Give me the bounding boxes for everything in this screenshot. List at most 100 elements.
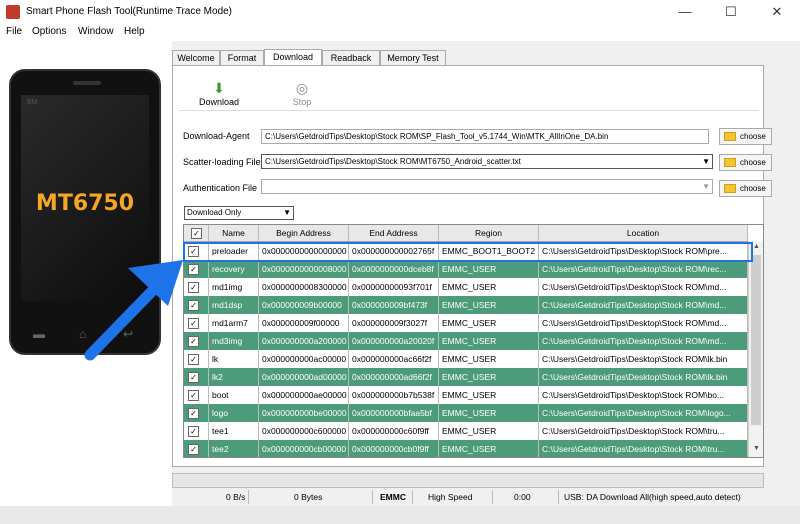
checkmark-icon: ✓: [188, 353, 199, 365]
row-checkbox[interactable]: ✓: [184, 368, 209, 386]
auth-file-field[interactable]: ▼: [261, 179, 713, 194]
window-title: Smart Phone Flash Tool(Runtime Trace Mod…: [26, 6, 233, 17]
row-checkbox[interactable]: ✓: [184, 260, 209, 278]
status-divider: [372, 490, 373, 504]
row-checkbox[interactable]: ✓: [184, 314, 209, 332]
mode-select[interactable]: Download Only ▼: [184, 206, 294, 220]
col-name[interactable]: Name: [209, 225, 259, 241]
cell-location: C:\Users\GetdroidTips\Desktop\Stock ROM\…: [539, 314, 748, 332]
table-row[interactable]: ✓ recovery 0x0000000000008000 0x0000000000d…: [184, 260, 748, 278]
row-checkbox[interactable]: ✓: [184, 350, 209, 368]
row-checkbox[interactable]: ✓: [184, 404, 209, 422]
menu-options[interactable]: Options: [32, 26, 66, 37]
table-row[interactable]: ✓ lk 0x000000000ac00000 0x000000000ac66f2f E…: [184, 350, 748, 369]
menu-window[interactable]: Window: [78, 26, 114, 37]
cell-region: EMMC_USER: [439, 296, 539, 314]
row-checkbox[interactable]: ✓: [184, 422, 209, 440]
auth-file-choose-button[interactable]: choose: [719, 180, 772, 197]
stop-label: Stop: [292, 97, 312, 107]
cell-begin: 0x000000000a200000: [259, 332, 349, 350]
cell-location: C:\Users\GetdroidTips\Desktop\Stock ROM\…: [539, 278, 748, 296]
table-row[interactable]: ✓ md1arm7 0x000000009f00000 0x000000009f302…: [184, 314, 748, 333]
tab-readback[interactable]: Readback: [322, 50, 380, 65]
cell-end: 0x000000000a20020f: [349, 332, 439, 350]
cell-begin: 0x000000009b00000: [259, 296, 349, 314]
row-checkbox[interactable]: ✓: [184, 332, 209, 350]
row-checkbox[interactable]: ✓: [184, 296, 209, 314]
scatter-file-label: Scatter-loading File: [183, 157, 261, 167]
download-agent-choose-button[interactable]: choose: [719, 128, 772, 145]
cell-end: 0x000000009f3027f: [349, 314, 439, 332]
menu-help[interactable]: Help: [124, 26, 145, 37]
download-agent-field[interactable]: C:\Users\GetdroidTips\Desktop\Stock ROM\…: [261, 129, 709, 144]
mode-select-value: Download Only: [187, 208, 242, 217]
cell-name: lk: [209, 350, 259, 368]
col-region[interactable]: Region: [439, 225, 539, 241]
menu-key-icon: ▬: [33, 327, 45, 341]
table-row[interactable]: ✓ tee1 0x000000000c600000 0x000000000c60f9f…: [184, 422, 748, 441]
cell-region: EMMC_USER: [439, 314, 539, 332]
title-bar: Smart Phone Flash Tool(Runtime Trace Mod…: [0, 0, 800, 24]
cell-begin: 0x000000000be00000: [259, 404, 349, 422]
col-location[interactable]: Location: [539, 225, 748, 241]
table-row[interactable]: ✓ boot 0x000000000ae00000 0x000000000b7b538…: [184, 386, 748, 405]
status-time: 0:00: [514, 492, 531, 502]
cell-region: EMMC_USER: [439, 422, 539, 440]
checkmark-icon: ✓: [188, 263, 199, 275]
download-arrow-icon: ⬇: [213, 80, 225, 96]
scrollbar-thumb[interactable]: [751, 255, 761, 425]
table-header: ✓ Name Begin Address End Address Region …: [184, 225, 748, 242]
minimize-button[interactable]: —: [662, 0, 708, 24]
download-button[interactable]: ⬇ Download: [199, 80, 239, 107]
cell-end: 0x000000009bf473f: [349, 296, 439, 314]
cell-location: C:\Users\GetdroidTips\Desktop\Stock ROM\…: [539, 368, 748, 386]
cell-begin: 0x000000000ad00000: [259, 368, 349, 386]
chevron-down-icon[interactable]: ▼: [702, 180, 710, 193]
cell-location: C:\Users\GetdroidTips\Desktop\Stock ROM\…: [539, 260, 748, 278]
scatter-file-field[interactable]: C:\Users\GetdroidTips\Desktop\Stock ROM\…: [261, 154, 713, 169]
cell-begin: 0x0000000000008000: [259, 260, 349, 278]
table-row[interactable]: ✓ md1dsp 0x000000009b00000 0x000000009bf473…: [184, 296, 748, 314]
close-button[interactable]: ✕: [754, 0, 800, 24]
menu-file[interactable]: File: [6, 26, 22, 37]
cell-name: tee2: [209, 440, 259, 457]
cell-location: C:\Users\GetdroidTips\Desktop\Stock ROM\…: [539, 440, 748, 457]
tab-memory-test[interactable]: Memory Test: [380, 50, 446, 65]
checkmark-icon: ✓: [188, 371, 199, 383]
tab-format[interactable]: Format: [220, 50, 264, 65]
status-divider: [558, 490, 559, 504]
folder-icon: [724, 184, 736, 194]
col-end-address[interactable]: End Address: [349, 225, 439, 241]
stop-button[interactable]: ◎ Stop: [287, 80, 317, 107]
row-checkbox[interactable]: ✓: [184, 278, 209, 296]
cell-name: boot: [209, 386, 259, 404]
tab-welcome[interactable]: Welcome: [172, 50, 220, 65]
table-scrollbar[interactable]: ▲ ▼: [748, 241, 763, 457]
scroll-down-icon[interactable]: ▼: [749, 445, 763, 452]
scatter-file-choose-button[interactable]: choose: [719, 154, 772, 171]
table-row[interactable]: ✓ lk2 0x000000000ad00000 0x000000000ad66f2f…: [184, 368, 748, 386]
maximize-button[interactable]: ☐: [708, 0, 754, 24]
cell-region: EMMC_USER: [439, 368, 539, 386]
app-icon: [6, 5, 20, 19]
status-bytes: 0 Bytes: [294, 492, 323, 502]
row-checkbox[interactable]: ✓: [184, 440, 209, 457]
checkmark-icon: ✓: [188, 443, 199, 455]
row-checkbox[interactable]: ✓: [184, 386, 209, 404]
table-row[interactable]: ✓ md3img 0x000000000a200000 0x000000000a200…: [184, 332, 748, 350]
col-begin-address[interactable]: Begin Address: [259, 225, 349, 241]
chevron-down-icon[interactable]: ▼: [702, 155, 710, 168]
table-row[interactable]: ✓ tee2 0x000000000cb00000 0x000000000cb0f9f…: [184, 440, 748, 457]
cell-location: C:\Users\GetdroidTips\Desktop\Stock ROM\…: [539, 332, 748, 350]
cell-begin: 0x000000000ac00000: [259, 350, 349, 368]
cell-region: EMMC_USER: [439, 440, 539, 457]
table-row[interactable]: ✓ logo 0x000000000be00000 0x000000000bfaa5b…: [184, 404, 748, 422]
cell-end: 0x000000000c60f9ff: [349, 422, 439, 440]
status-divider: [412, 490, 413, 504]
tab-download[interactable]: Download: [264, 49, 322, 66]
select-all-checkbox[interactable]: ✓: [184, 225, 209, 241]
checkmark-icon: ✓: [188, 299, 199, 311]
cell-location: C:\Users\GetdroidTips\Desktop\Stock ROM\…: [539, 296, 748, 314]
table-row[interactable]: ✓ md1img 0x0000000008300000 0x00000000093f7…: [184, 278, 748, 297]
cell-end: 0x000000000bfaa5bf: [349, 404, 439, 422]
